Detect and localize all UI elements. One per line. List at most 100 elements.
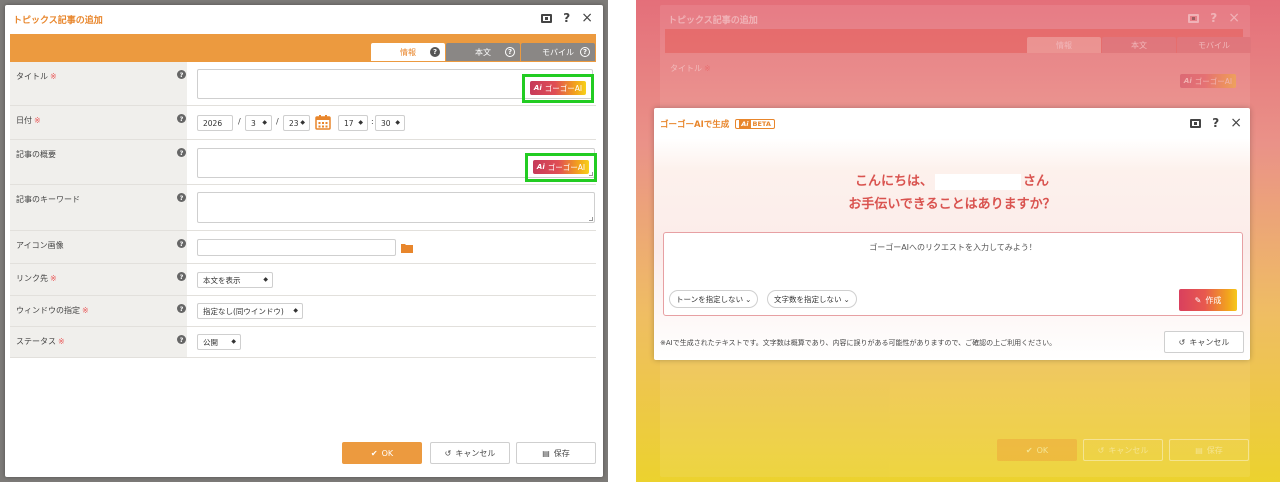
field-label: 記事の概要: [16, 150, 56, 159]
help-icon[interactable]: ?: [177, 114, 186, 123]
undo-icon: ↺: [1097, 445, 1105, 455]
window-select[interactable]: 指定なし(同ウインドウ) ◆: [197, 303, 303, 319]
time-separator: :: [371, 117, 374, 126]
ai-generate-modal: ゴーゴーAIで生成 Ai BETA ? × こんにちは、 さん お手伝いできることは…: [654, 108, 1250, 360]
field-label-text: ステータス: [16, 337, 56, 346]
field-label: リンク先 ※: [16, 273, 57, 284]
resize-handle[interactable]: [589, 217, 593, 221]
modal-cancel-label: キャンセル: [1189, 337, 1230, 347]
close-icon[interactable]: ×: [581, 11, 593, 25]
gogo-ai-label: ゴーゴーAI: [547, 162, 586, 172]
hour-value: 17: [344, 118, 354, 128]
close-icon: ×: [1228, 10, 1240, 26]
preview-icon[interactable]: [541, 13, 553, 23]
field-label: 記事のキーワード: [16, 195, 80, 204]
icon-image-input[interactable]: [197, 239, 396, 256]
minute-select[interactable]: 30 ◆: [375, 115, 405, 131]
date-separator: /: [276, 117, 279, 126]
chevron-down-icon: ⌄: [843, 294, 850, 304]
date-separator: /: [238, 117, 241, 126]
ai-disclaimer: ※AIで生成されたテキストです。文字数は概算であり、内容に誤りがある可能性があり…: [660, 339, 1057, 347]
help-icon[interactable]: ?: [177, 239, 186, 248]
tab-help-icon[interactable]: ?: [430, 47, 440, 57]
help-icon[interactable]: ?: [177, 335, 186, 344]
beta-label: BETA: [752, 120, 771, 128]
tab-body[interactable]: 本文 ?: [446, 43, 520, 61]
row-title: タイトル ※ ? Ai ゴーゴーAI: [10, 62, 596, 106]
cancel-button[interactable]: ↺ キャンセル: [430, 442, 510, 464]
create-button[interactable]: ✎ 作成: [1179, 289, 1237, 311]
length-select[interactable]: 文字数を指定しない ⌄: [767, 290, 857, 308]
status-select[interactable]: 公開 ◆: [197, 334, 241, 350]
tab-bar: 情報 ? 本文 ? モバイル ?: [10, 34, 596, 62]
required-mark: ※: [704, 64, 711, 73]
updown-icon: ◆: [300, 119, 305, 126]
gogo-ai-button: Ai ゴーゴーAI: [1180, 74, 1236, 88]
row-date: 日付 ※ ? 2026 / 3 ◆ / 23 ◆ 17 ◆ : 30 ◆: [10, 106, 596, 140]
dialog-titlebar: トピックス記事の追加 ? ×: [5, 5, 603, 33]
tab-info-label: 情報: [1056, 40, 1072, 50]
updown-icon: ◆: [395, 119, 400, 126]
field-label: ウィンドウの指定 ※: [16, 305, 89, 316]
required-mark: ※: [50, 72, 57, 81]
tab-help-icon[interactable]: ?: [505, 47, 515, 57]
tab-mobile[interactable]: モバイル ?: [521, 43, 595, 61]
help-icon[interactable]: ?: [177, 193, 186, 202]
user-name-redacted: [935, 173, 1021, 190]
cancel-label: キャンセル: [1108, 445, 1149, 455]
help-icon[interactable]: ?: [177, 148, 186, 157]
save-button[interactable]: ▤ 保存: [516, 442, 596, 464]
save-icon: ▤: [542, 448, 550, 458]
day-select[interactable]: 23 ◆: [283, 115, 310, 131]
tab-info: 情報: [1027, 37, 1101, 53]
field-label: タイトル ※: [16, 71, 57, 82]
updown-icon: ◆: [231, 338, 236, 345]
hour-select[interactable]: 17 ◆: [338, 115, 368, 131]
folder-icon[interactable]: [401, 243, 413, 253]
updown-icon: ◆: [358, 119, 363, 126]
tab-help-icon[interactable]: ?: [580, 47, 590, 57]
modal-title: ゴーゴーAIで生成 Ai BETA: [660, 118, 775, 130]
ok-label: OK: [1036, 445, 1049, 455]
field-label-text: タイトル: [16, 72, 48, 81]
close-icon[interactable]: ×: [1230, 116, 1242, 130]
request-placeholder: ゴーゴーAIへのリクエストを入力してみよう！: [869, 243, 1037, 252]
save-label: 保存: [553, 448, 570, 458]
calendar-icon[interactable]: [315, 114, 331, 130]
check-icon: ✔: [370, 448, 378, 458]
save-button: ▤ 保存: [1169, 439, 1249, 461]
dialog-title: トピックス記事の追加: [13, 16, 103, 26]
help-icon[interactable]: ?: [177, 304, 186, 313]
field-label: 日付 ※: [16, 115, 41, 126]
gogo-ai-button[interactable]: Ai ゴーゴーAI: [530, 81, 586, 95]
updown-icon: ◆: [263, 276, 268, 283]
preview-icon[interactable]: [1190, 118, 1202, 128]
check-icon: ✔: [1025, 445, 1033, 455]
year-input[interactable]: 2026: [197, 115, 233, 131]
modal-cancel-button[interactable]: ↺ キャンセル: [1164, 331, 1244, 353]
ok-button[interactable]: ✔ OK: [342, 442, 422, 464]
tab-info[interactable]: 情報 ?: [371, 43, 445, 61]
help-icon[interactable]: ?: [563, 12, 570, 24]
save-icon: ▤: [1195, 445, 1203, 455]
help-icon[interactable]: ?: [1212, 117, 1219, 129]
month-select[interactable]: 3 ◆: [245, 115, 272, 131]
ok-label: OK: [381, 448, 394, 458]
link-select[interactable]: 本文を表示 ◆: [197, 272, 273, 288]
ai-icon: Ai: [533, 84, 542, 92]
greeting-line-1: こんにちは、 さん: [654, 170, 1250, 190]
required-mark: ※: [82, 306, 89, 315]
tone-value: トーンを指定しない: [676, 294, 744, 304]
add-topic-dialog: トピックス記事の追加 ? × 情報 ? 本文 ? モバイル ? タイトル ※ ?…: [5, 5, 603, 477]
help-icon[interactable]: ?: [177, 70, 186, 79]
minute-value: 30: [381, 118, 391, 128]
keywords-textarea[interactable]: [197, 192, 595, 223]
ai-icon: Ai: [1183, 77, 1192, 85]
tab-info-label: 情報: [400, 47, 416, 57]
request-input[interactable]: ゴーゴーAIへのリクエストを入力してみよう！ トーンを指定しない ⌄ 文字数を指定…: [663, 232, 1243, 316]
greeting-line-2: お手伝いできることはありますか？: [848, 197, 1056, 212]
gogo-ai-button[interactable]: Ai ゴーゴーAI: [533, 160, 589, 174]
tone-select[interactable]: トーンを指定しない ⌄: [669, 290, 759, 308]
greeting-prefix: こんにちは、: [854, 174, 933, 189]
help-icon[interactable]: ?: [177, 272, 186, 281]
